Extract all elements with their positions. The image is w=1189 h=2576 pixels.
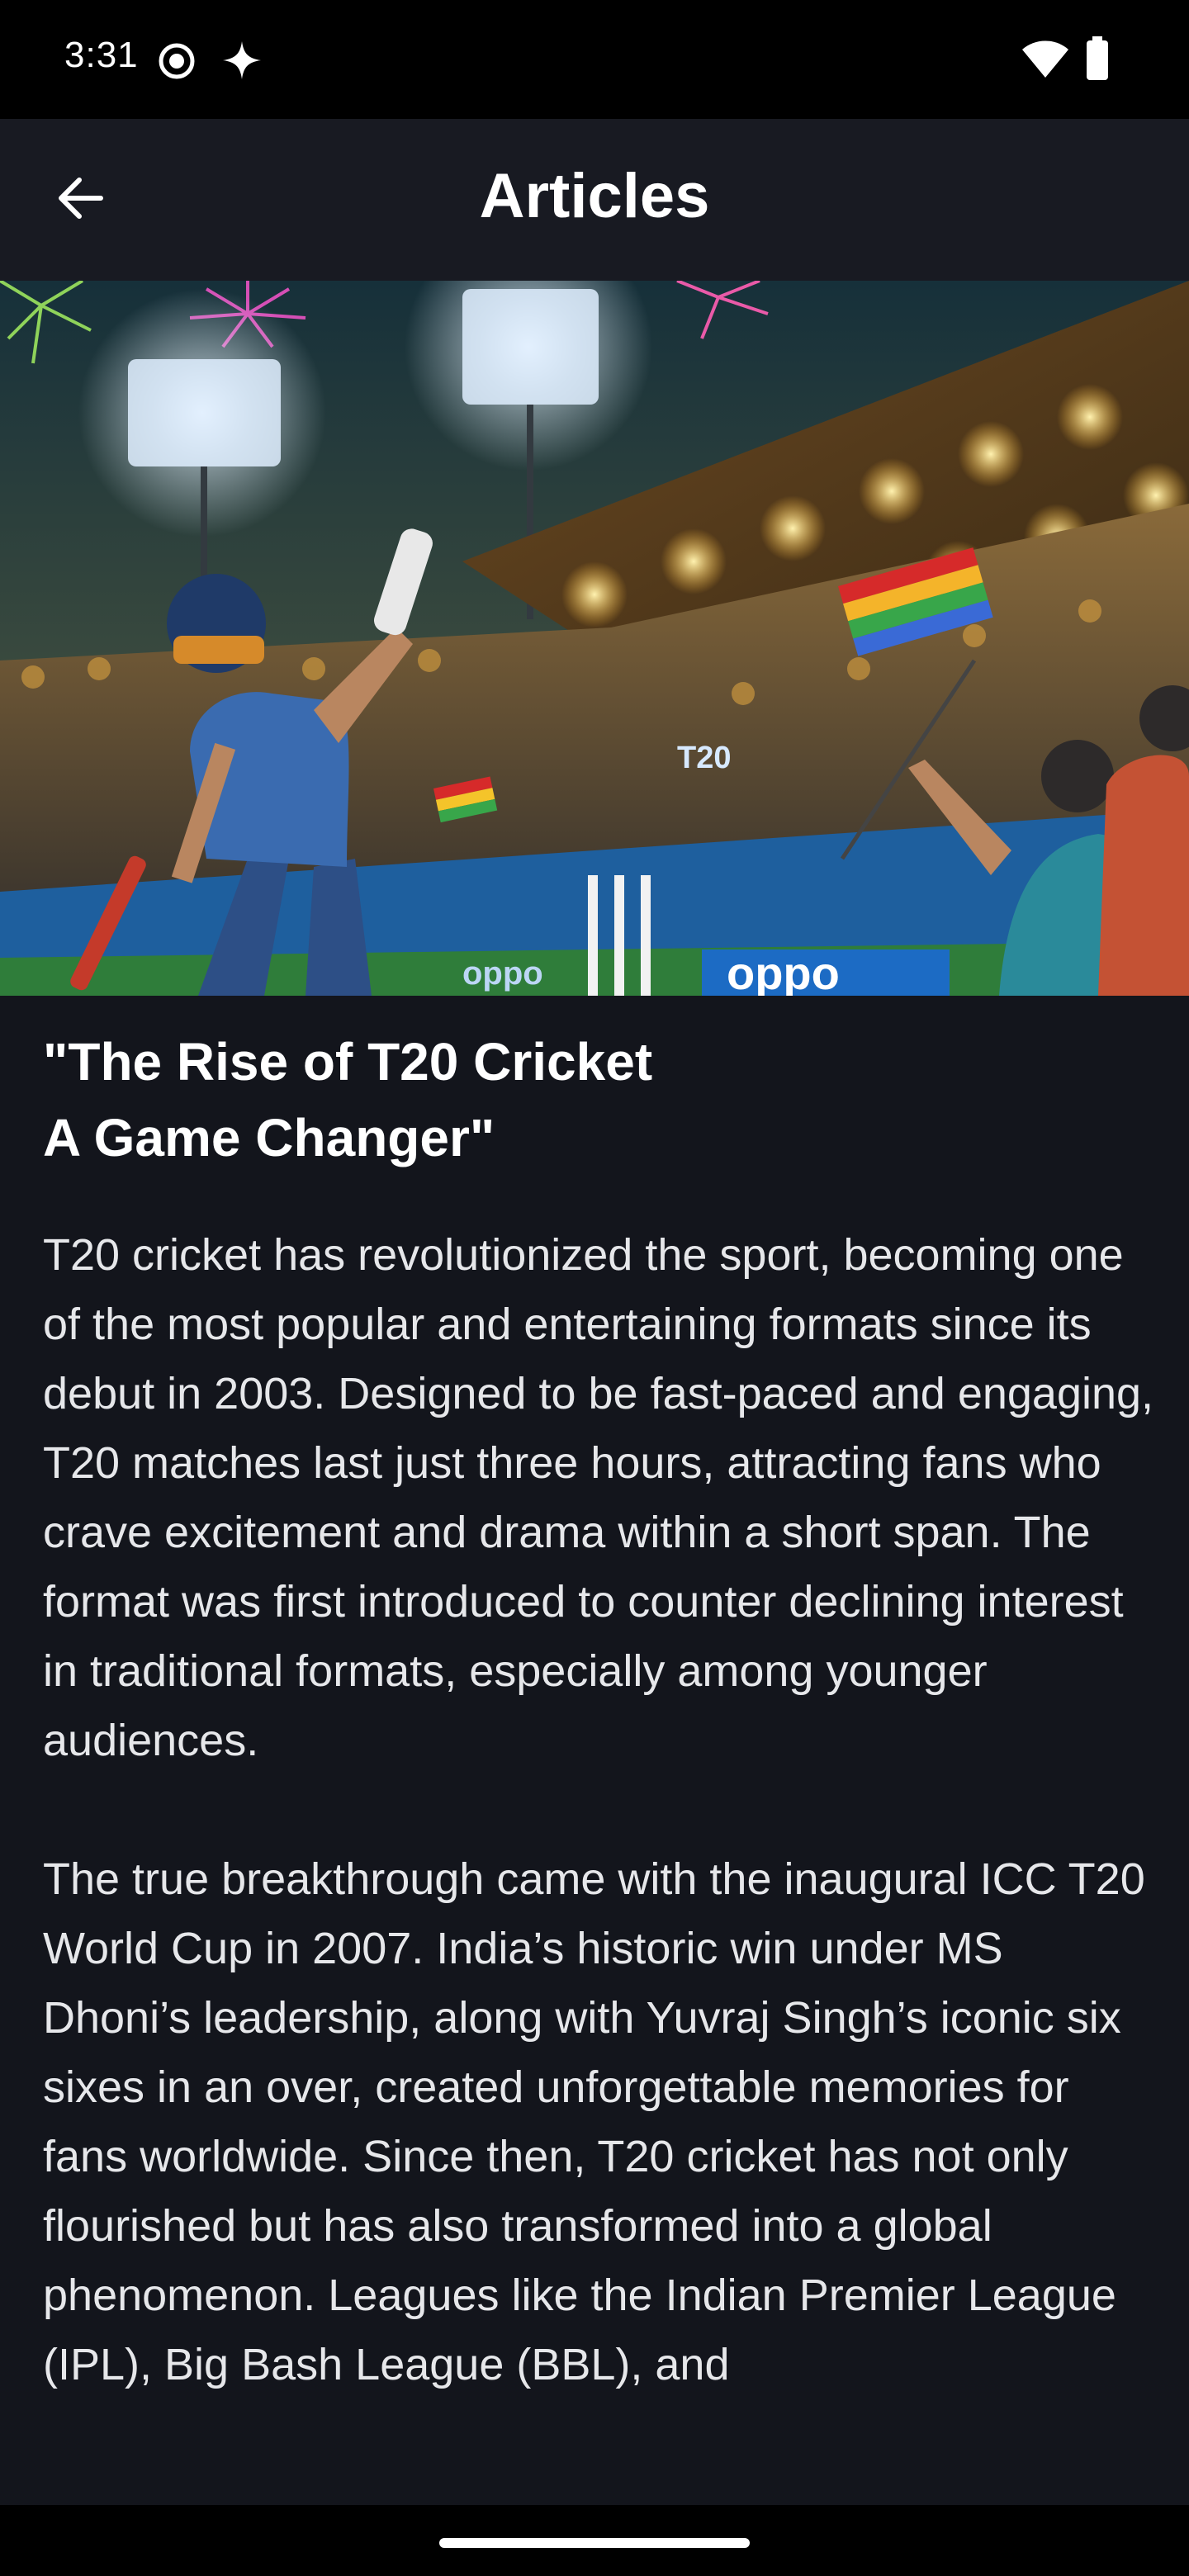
battery-icon <box>1085 36 1110 84</box>
banner-text-t20: T20 <box>677 741 731 775</box>
article-paragraph: T20 cricket has revolutionized the sport… <box>43 1230 1154 1765</box>
article-body: T20 cricket has revolutionized the sport… <box>43 1220 1158 2469</box>
status-time: 3:31 <box>64 35 139 75</box>
navigation-bar <box>0 2505 1189 2576</box>
article-title: "The Rise of T20 Cricket A Game Changer" <box>43 1032 653 1167</box>
status-bar: 3:31 <box>0 0 1189 119</box>
hero-image: T20 oppo oppo <box>0 281 1189 996</box>
page-title: Articles <box>479 161 710 231</box>
sparkle-icon <box>221 40 263 84</box>
banner-text-oppo: oppo <box>727 947 840 996</box>
article-paragraph: The true breakthrough came with the inau… <box>43 1854 1145 2389</box>
app-bar: Articles <box>0 119 1189 281</box>
banner-text-oppo-small: oppo <box>462 955 543 992</box>
record-icon <box>157 41 197 84</box>
home-gesture-handle[interactable] <box>439 2538 750 2548</box>
wifi-icon <box>1021 40 1070 83</box>
